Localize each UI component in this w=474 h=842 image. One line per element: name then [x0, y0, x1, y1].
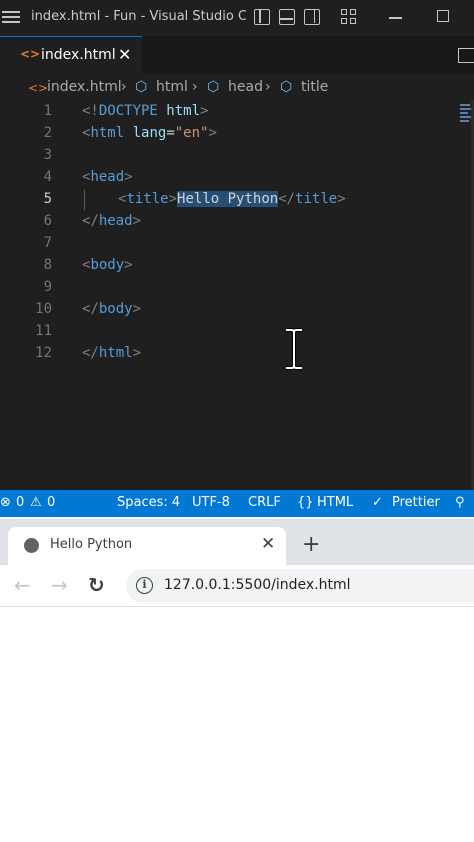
line-number: 6	[43, 213, 52, 229]
browser-tab-title: Hello Python	[50, 537, 133, 552]
line-number: 2	[43, 125, 52, 141]
error-count[interactable]: 0	[16, 495, 24, 510]
menu-hamburger-icon[interactable]	[2, 8, 22, 28]
code-line-6: </head>	[82, 213, 142, 229]
braces-icon: {}	[297, 495, 314, 510]
browser-page-content	[0, 608, 474, 842]
prettier-status[interactable]: Prettier	[392, 495, 440, 510]
browser-tab-close-icon[interactable]: ✕	[261, 534, 275, 554]
line-number: 11	[35, 323, 52, 339]
breadcrumb-file[interactable]: index.html	[47, 79, 122, 95]
code-line-5: <title>Hello Python</title>	[118, 191, 346, 207]
code-line-8: <body>	[82, 257, 133, 273]
breadcrumb-separator: ›	[192, 79, 198, 95]
element-cube-icon: ⬡	[207, 79, 220, 95]
line-number: 4	[43, 169, 52, 185]
tab-index-html[interactable]: <> index.html ✕	[0, 36, 142, 74]
line-number: 8	[43, 257, 52, 273]
globe-icon	[24, 538, 39, 553]
warning-count[interactable]: 0	[47, 495, 55, 510]
breadcrumb-separator: ›	[265, 79, 271, 95]
toggle-panel-icon[interactable]	[279, 9, 295, 25]
tab-close-icon[interactable]: ✕	[118, 45, 131, 64]
breadcrumb-title[interactable]: title	[301, 79, 328, 95]
feedback-icon[interactable]: ⚲	[455, 495, 465, 510]
html-file-icon: <>	[20, 47, 41, 61]
html-file-icon: <>	[28, 81, 49, 95]
indent-guide	[84, 190, 85, 210]
url-text[interactable]: 127.0.0.1:5500/index.html	[164, 577, 351, 593]
minimize-icon[interactable]	[389, 17, 402, 19]
breadcrumb-separator: ›	[121, 79, 127, 95]
code-line-1: <!DOCTYPE html>	[82, 103, 209, 119]
forward-arrow-icon[interactable]: →	[51, 573, 68, 597]
code-line-10: </body>	[82, 301, 142, 317]
line-number: 3	[43, 147, 52, 163]
line-number: 12	[35, 345, 52, 361]
tab-label: index.html	[41, 47, 116, 63]
split-editor-icon[interactable]	[458, 48, 474, 63]
reload-icon[interactable]: ↻	[88, 573, 105, 597]
back-arrow-icon[interactable]: ←	[14, 573, 31, 597]
double-check-icon: ✓	[372, 495, 383, 510]
browser-tab-hello-python[interactable]: Hello Python ✕	[8, 527, 286, 565]
indentation-status[interactable]: Spaces: 4	[117, 495, 180, 510]
line-number: 1	[43, 103, 52, 119]
breadcrumb-html[interactable]: html	[156, 79, 188, 95]
window-title: index.html - Fun - Visual Studio C...	[31, 9, 246, 24]
error-icon[interactable]: ⊗	[0, 495, 11, 510]
browser-tabstrip: Hello Python ✕ +	[0, 519, 474, 565]
site-info-icon[interactable]: i	[136, 577, 153, 594]
warning-icon[interactable]: ⚠	[30, 495, 42, 510]
text-cursor-icon	[286, 328, 302, 370]
breadcrumb: <> index.html › ⬡ html › ⬡ head › ⬡ titl…	[0, 74, 474, 100]
code-editor[interactable]: 1 2 3 4 5 6 7 8 9 10 11 12 <!DOCTYPE htm…	[0, 100, 474, 490]
editor-tabbar: <> index.html ✕	[0, 36, 474, 74]
selected-text: Hello Python	[177, 191, 279, 207]
eol-status[interactable]: CRLF	[248, 495, 281, 510]
browser-toolbar: ← → ↻ i 127.0.0.1:5500/index.html	[0, 565, 474, 607]
code-line-2: <html lang="en">	[82, 125, 217, 141]
line-number: 10	[35, 301, 52, 317]
language-mode[interactable]: HTML	[317, 495, 353, 510]
address-bar[interactable]: i 127.0.0.1:5500/index.html	[126, 569, 474, 603]
new-tab-button[interactable]: +	[302, 532, 320, 557]
toggle-secondary-sidebar-icon[interactable]	[304, 9, 320, 25]
toggle-sidebar-icon[interactable]	[254, 9, 270, 25]
maximize-icon[interactable]	[437, 10, 449, 22]
line-number: 9	[43, 279, 52, 295]
customize-layout-icon[interactable]	[341, 9, 357, 25]
breadcrumb-head[interactable]: head	[228, 79, 263, 95]
line-number-active: 5	[43, 191, 52, 207]
element-cube-icon: ⬡	[280, 79, 293, 95]
line-number: 7	[43, 235, 52, 251]
status-bar: ⊗ 0 ⚠ 0 Spaces: 4 UTF-8 CRLF {} HTML ✓ P…	[0, 490, 474, 517]
code-line-12: </html>	[82, 345, 142, 361]
encoding-status[interactable]: UTF-8	[192, 495, 230, 510]
element-cube-icon: ⬡	[135, 79, 148, 95]
code-line-4: <head>	[82, 169, 133, 185]
vscode-titlebar: index.html - Fun - Visual Studio C...	[0, 0, 474, 36]
